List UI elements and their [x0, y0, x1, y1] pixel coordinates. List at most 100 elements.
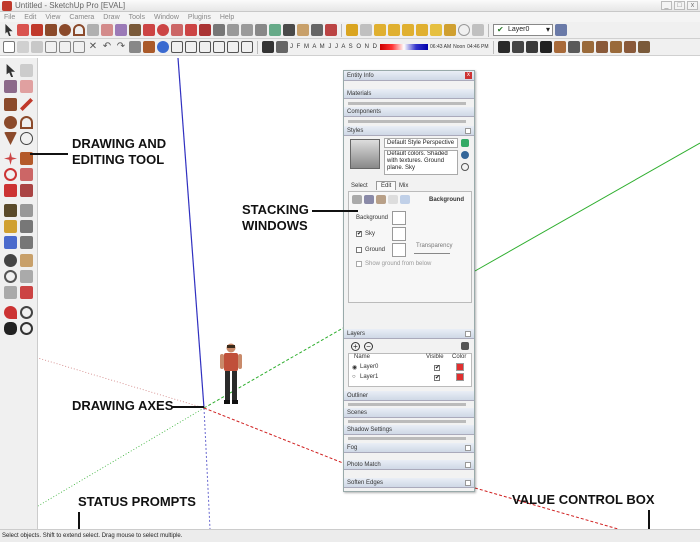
previous-view-icon[interactable]: [4, 286, 17, 299]
delete-icon[interactable]: ✕: [87, 41, 99, 53]
layer-row-radio[interactable]: ◉: [352, 364, 357, 371]
text-icon[interactable]: [255, 24, 267, 36]
position-camera-icon[interactable]: [4, 306, 17, 319]
refresh-icon[interactable]: [461, 163, 469, 171]
warehouse-icon[interactable]: [374, 24, 386, 36]
fog-toggle-icon[interactable]: [276, 41, 288, 53]
face-settings-icon[interactable]: [364, 195, 374, 204]
back-view-icon[interactable]: [213, 41, 225, 53]
toggle-terrain-icon[interactable]: [360, 24, 372, 36]
menu-plugins[interactable]: Plugins: [188, 14, 211, 21]
freehand-tool-icon[interactable]: [20, 132, 33, 145]
orbit-tool-icon[interactable]: [4, 254, 17, 267]
look-around-icon[interactable]: [20, 306, 33, 319]
style-icon-3[interactable]: [609, 41, 622, 53]
line-tool-icon[interactable]: [20, 98, 33, 111]
polygon-tool-icon[interactable]: [4, 132, 17, 145]
sky-checkbox[interactable]: ✔: [356, 231, 362, 237]
get-models-icon[interactable]: [402, 24, 414, 36]
entity-info-header[interactable]: Entity Info x: [344, 71, 474, 81]
delete-layer-icon[interactable]: −: [364, 342, 373, 351]
left-view-icon[interactable]: [227, 41, 239, 53]
menu-tools[interactable]: Tools: [129, 14, 145, 21]
photo-match-header[interactable]: Photo Match: [344, 460, 474, 470]
eraser-tool-icon[interactable]: [101, 24, 113, 36]
layer-color-swatch[interactable]: [456, 373, 464, 381]
text-tool-icon[interactable]: [20, 220, 33, 233]
menu-window[interactable]: Window: [154, 14, 179, 21]
style-icon-5[interactable]: [637, 41, 650, 53]
style-icon-2[interactable]: [595, 41, 608, 53]
monochrome-icon[interactable]: [567, 41, 580, 53]
open-icon[interactable]: [17, 41, 29, 53]
front-view-icon[interactable]: [185, 41, 197, 53]
top-view-icon[interactable]: [171, 41, 183, 53]
make-component-icon[interactable]: [87, 24, 99, 36]
save-icon[interactable]: [31, 41, 43, 53]
zoom-tool-icon[interactable]: [4, 270, 17, 283]
menu-draw[interactable]: Draw: [103, 14, 119, 21]
layer-row-name[interactable]: Layer0: [360, 364, 378, 370]
layer-color-swatch[interactable]: [456, 363, 464, 371]
menu-view[interactable]: View: [45, 14, 60, 21]
ground-checkbox[interactable]: [356, 247, 362, 253]
iso-view-icon[interactable]: [157, 41, 169, 53]
menu-file[interactable]: File: [4, 14, 15, 21]
add-layer-icon[interactable]: +: [351, 342, 360, 351]
close-button[interactable]: x: [687, 1, 698, 10]
shadow-settings-header[interactable]: Shadow Settings: [344, 425, 474, 435]
shaded-icon[interactable]: [539, 41, 552, 53]
wireframe-icon[interactable]: [511, 41, 524, 53]
background-settings-icon[interactable]: [376, 195, 386, 204]
orbit-icon[interactable]: [283, 24, 295, 36]
add-location-icon[interactable]: [346, 24, 358, 36]
new-file-icon[interactable]: [3, 41, 15, 53]
protractor-icon[interactable]: [241, 24, 253, 36]
show-ground-checkbox[interactable]: [356, 261, 362, 267]
shadow-settings-scrollbar[interactable]: [348, 437, 466, 440]
layer-visible-checkbox[interactable]: ✔: [434, 375, 440, 381]
tab-edit[interactable]: Edit: [376, 181, 397, 190]
rectangle-tool-icon[interactable]: [4, 98, 17, 111]
sky-color-swatch[interactable]: [392, 227, 406, 241]
follow-me-tool-icon[interactable]: [20, 168, 33, 181]
transparency-slider[interactable]: [414, 253, 450, 254]
dimension-tool-icon[interactable]: [20, 204, 33, 217]
layer-visible-checkbox[interactable]: ✔: [434, 365, 440, 371]
section-plane-icon[interactable]: [20, 322, 33, 335]
modeling-settings-icon[interactable]: [400, 195, 410, 204]
menu-help[interactable]: Help: [220, 14, 234, 21]
layer-row-name[interactable]: Layer1: [360, 374, 378, 380]
tape-measure-icon[interactable]: [213, 24, 225, 36]
pencil-icon[interactable]: [31, 24, 43, 36]
expand-icon[interactable]: [465, 331, 471, 337]
edge-settings-icon[interactable]: [352, 195, 362, 204]
components-header[interactable]: Components: [344, 107, 474, 117]
fog-header[interactable]: Fog: [344, 443, 474, 453]
scenes-header[interactable]: Scenes: [344, 408, 474, 418]
style-icon-4[interactable]: [623, 41, 636, 53]
undo-icon[interactable]: ↶: [101, 41, 113, 53]
menu-edit[interactable]: Edit: [24, 14, 36, 21]
arc-icon[interactable]: [73, 24, 85, 36]
extension-icon[interactable]: [430, 24, 442, 36]
scale-tool-icon[interactable]: [4, 184, 17, 197]
preview-icon[interactable]: [444, 24, 456, 36]
push-pull-icon[interactable]: [129, 24, 141, 36]
zoom-extents-tool-icon[interactable]: [20, 286, 33, 299]
rotate-tool-icon[interactable]: [4, 168, 17, 181]
follow-me-icon[interactable]: [171, 24, 183, 36]
paint-bucket-icon[interactable]: [115, 24, 127, 36]
zoom-icon[interactable]: [311, 24, 323, 36]
bottom-view-icon[interactable]: [241, 41, 253, 53]
offset-tool-icon[interactable]: [20, 184, 33, 197]
layer-select[interactable]: Layer0: [493, 24, 553, 36]
copy-icon[interactable]: [59, 41, 71, 53]
redo-icon[interactable]: ↷: [115, 41, 127, 53]
eraser-tool-icon[interactable]: [20, 80, 33, 93]
rectangle-icon[interactable]: [45, 24, 57, 36]
watermark-settings-icon[interactable]: [388, 195, 398, 204]
cut-icon[interactable]: [45, 41, 57, 53]
move-tool-icon[interactable]: [4, 152, 17, 165]
expand-icon[interactable]: [465, 480, 471, 486]
